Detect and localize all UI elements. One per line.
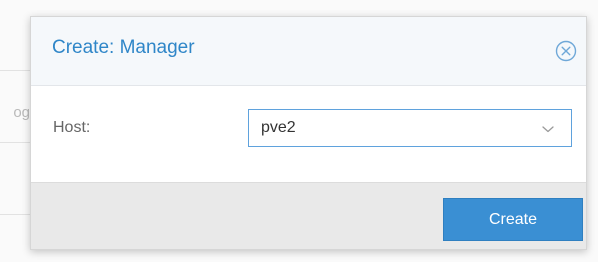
host-select-value: pve2 [261, 119, 296, 136]
dialog-title: Create: Manager [52, 37, 195, 58]
background-text-fragment: og [13, 104, 30, 121]
close-circle-icon [555, 40, 577, 62]
dialog-footer: Create [31, 182, 586, 249]
chevron-down-icon[interactable] [541, 124, 555, 134]
close-button[interactable] [555, 40, 577, 62]
host-select[interactable]: pve2 [248, 109, 572, 147]
dialog-header: Create: Manager [31, 17, 586, 86]
host-label: Host: [53, 119, 91, 136]
dialog-body: Host: pve2 [31, 86, 586, 182]
create-manager-dialog: Create: Manager Host: pve2 Create [30, 16, 587, 250]
create-button[interactable]: Create [443, 198, 583, 241]
